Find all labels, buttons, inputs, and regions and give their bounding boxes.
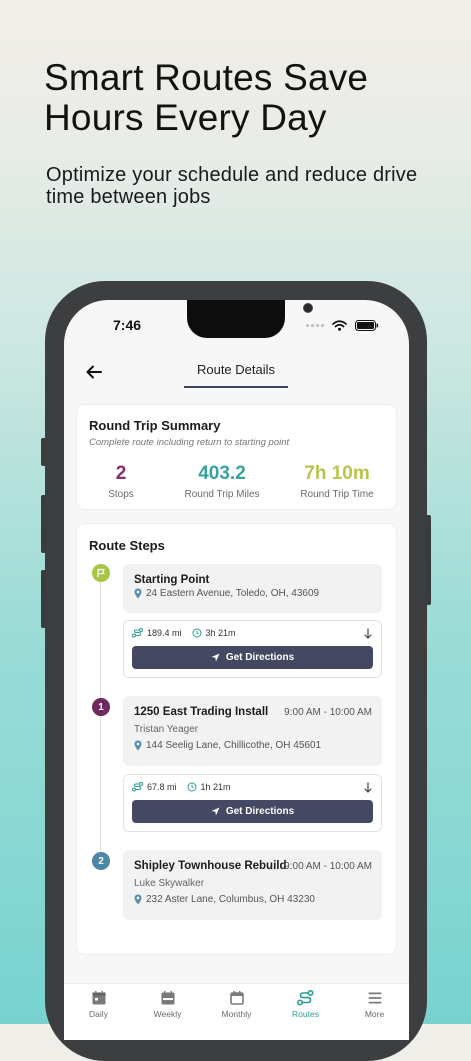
route-leg: 189.4 mi 3h 21m Get Directions bbox=[123, 620, 382, 678]
down-arrow-icon[interactable] bbox=[363, 782, 373, 794]
menu-icon bbox=[368, 992, 381, 1004]
leg-info: 189.4 mi 3h 21m bbox=[132, 628, 236, 638]
status-time: 7:46 bbox=[113, 317, 142, 333]
leg-info: 67.8 mi 1h 21m bbox=[132, 782, 231, 792]
stat-time: 7h 10m Round Trip Time bbox=[282, 463, 392, 500]
tab-monthly[interactable]: Monthly bbox=[202, 984, 271, 1040]
status-icons bbox=[306, 320, 379, 331]
clock-icon bbox=[192, 628, 202, 638]
stop-person: Luke Skywalker bbox=[134, 878, 205, 889]
stop-address: 24 Eastern Avenue, Toledo, OH, 43609 bbox=[134, 588, 319, 599]
map-pin-icon bbox=[134, 894, 142, 905]
calendar-day-icon bbox=[92, 991, 105, 1005]
stop-name: 1250 East Trading Install bbox=[134, 706, 269, 718]
stop-item[interactable]: Shipley Townhouse Rebuild 9:00 AM - 10:0… bbox=[123, 850, 382, 920]
starting-point-item[interactable]: Starting Point 24 Eastern Avenue, Toledo… bbox=[123, 564, 382, 613]
stat-miles-label: Round Trip Miles bbox=[184, 489, 260, 500]
tab-label: Monthly bbox=[221, 1009, 252, 1019]
navigation-arrow-icon bbox=[211, 653, 220, 662]
phone-volume-up bbox=[41, 495, 46, 553]
stat-stops: 2 Stops bbox=[81, 463, 161, 500]
stat-stops-label: Stops bbox=[108, 489, 134, 500]
leg-distance: 67.8 mi bbox=[147, 782, 177, 792]
route-icon bbox=[132, 628, 143, 638]
stop-name: Shipley Townhouse Rebuild bbox=[134, 860, 287, 872]
tab-label: Weekly bbox=[153, 1009, 182, 1019]
round-trip-summary-card: Round Trip Summary Complete route includ… bbox=[77, 405, 396, 509]
phone-mute-switch bbox=[41, 438, 46, 466]
stop-person: Tristan Yeager bbox=[134, 724, 199, 735]
leg-duration: 3h 21m bbox=[205, 628, 236, 638]
back-button[interactable] bbox=[82, 360, 106, 384]
back-arrow-icon bbox=[86, 365, 102, 379]
start-marker bbox=[92, 564, 110, 582]
stat-stops-value: 2 bbox=[115, 463, 127, 484]
tab-daily[interactable]: Daily bbox=[64, 984, 133, 1040]
camera-icon bbox=[303, 303, 313, 313]
stat-time-label: Round Trip Time bbox=[300, 489, 374, 500]
stop-name: Starting Point bbox=[134, 574, 210, 586]
steps-title: Route Steps bbox=[89, 538, 165, 553]
summary-description: Complete route including return to start… bbox=[89, 437, 290, 448]
stop-address-text: 144 Seelig Lane, Chillicothe, OH 45601 bbox=[146, 740, 322, 751]
get-directions-button[interactable]: Get Directions bbox=[132, 646, 373, 669]
navigation-arrow-icon bbox=[211, 807, 220, 816]
hero-subtitle: Optimize your schedule and reduce drive … bbox=[46, 164, 418, 208]
route-steps-card: Route Steps Starting Point 24 Eastern Av… bbox=[77, 524, 396, 954]
stop-address: 144 Seelig Lane, Chillicothe, OH 45601 bbox=[134, 740, 321, 751]
stat-miles-value: 403.2 bbox=[198, 463, 246, 484]
stop-address-text: 232 Aster Lane, Columbus, OH 43230 bbox=[146, 894, 315, 905]
tab-label: Routes bbox=[292, 1009, 319, 1019]
tab-routes[interactable]: Routes bbox=[271, 984, 340, 1040]
wifi-icon bbox=[332, 320, 347, 331]
flag-icon bbox=[97, 568, 105, 577]
stop-marker: 2 bbox=[92, 852, 110, 870]
down-arrow-icon[interactable] bbox=[363, 628, 373, 640]
tab-more[interactable]: More bbox=[340, 984, 409, 1040]
bottom-tab-bar: Daily Weekly Monthly Routes More bbox=[64, 983, 409, 1040]
get-directions-label: Get Directions bbox=[225, 806, 295, 817]
timeline-line bbox=[100, 581, 101, 861]
app-header: Route Details bbox=[64, 352, 409, 396]
tab-label: More bbox=[364, 1009, 385, 1019]
route-leg: 67.8 mi 1h 21m Get Directions bbox=[123, 774, 382, 832]
clock-icon bbox=[187, 782, 197, 792]
phone-power-button bbox=[426, 515, 431, 605]
get-directions-button[interactable]: Get Directions bbox=[132, 800, 373, 823]
tab-weekly[interactable]: Weekly bbox=[133, 984, 202, 1040]
calendar-week-icon bbox=[161, 991, 174, 1005]
app-screen: 7:46 Route Details Round Trip Summary Co… bbox=[64, 300, 409, 1040]
stop-marker: 1 bbox=[92, 698, 110, 716]
stop-time: 9:00 AM - 10:00 AM bbox=[284, 707, 372, 718]
phone-volume-down bbox=[41, 570, 46, 628]
battery-icon bbox=[355, 320, 379, 331]
stop-address-text: 24 Eastern Avenue, Toledo, OH, 43609 bbox=[146, 588, 320, 599]
route-icon bbox=[132, 782, 143, 792]
stat-time-value: 7h 10m bbox=[304, 463, 370, 484]
stop-item[interactable]: 1250 East Trading Install 9:00 AM - 10:0… bbox=[123, 696, 382, 766]
tab-route-details[interactable]: Route Details bbox=[184, 362, 288, 388]
notch bbox=[187, 300, 313, 338]
calendar-month-icon bbox=[229, 991, 244, 1005]
map-pin-icon bbox=[134, 740, 142, 751]
map-pin-icon bbox=[134, 588, 142, 599]
stop-time: 9:00 AM - 10:00 AM bbox=[284, 861, 372, 872]
stop-address: 232 Aster Lane, Columbus, OH 43230 bbox=[134, 894, 315, 905]
tab-label: Daily bbox=[89, 1009, 108, 1019]
signal-icon bbox=[306, 324, 324, 327]
hero-title: Smart Routes Save Hours Every Day bbox=[44, 57, 369, 138]
leg-duration: 1h 21m bbox=[200, 782, 231, 792]
stat-miles: 403.2 Round Trip Miles bbox=[167, 463, 277, 500]
summary-title: Round Trip Summary bbox=[89, 418, 221, 433]
get-directions-label: Get Directions bbox=[225, 652, 295, 663]
route-icon bbox=[297, 990, 314, 1006]
leg-distance: 189.4 mi bbox=[147, 628, 182, 638]
